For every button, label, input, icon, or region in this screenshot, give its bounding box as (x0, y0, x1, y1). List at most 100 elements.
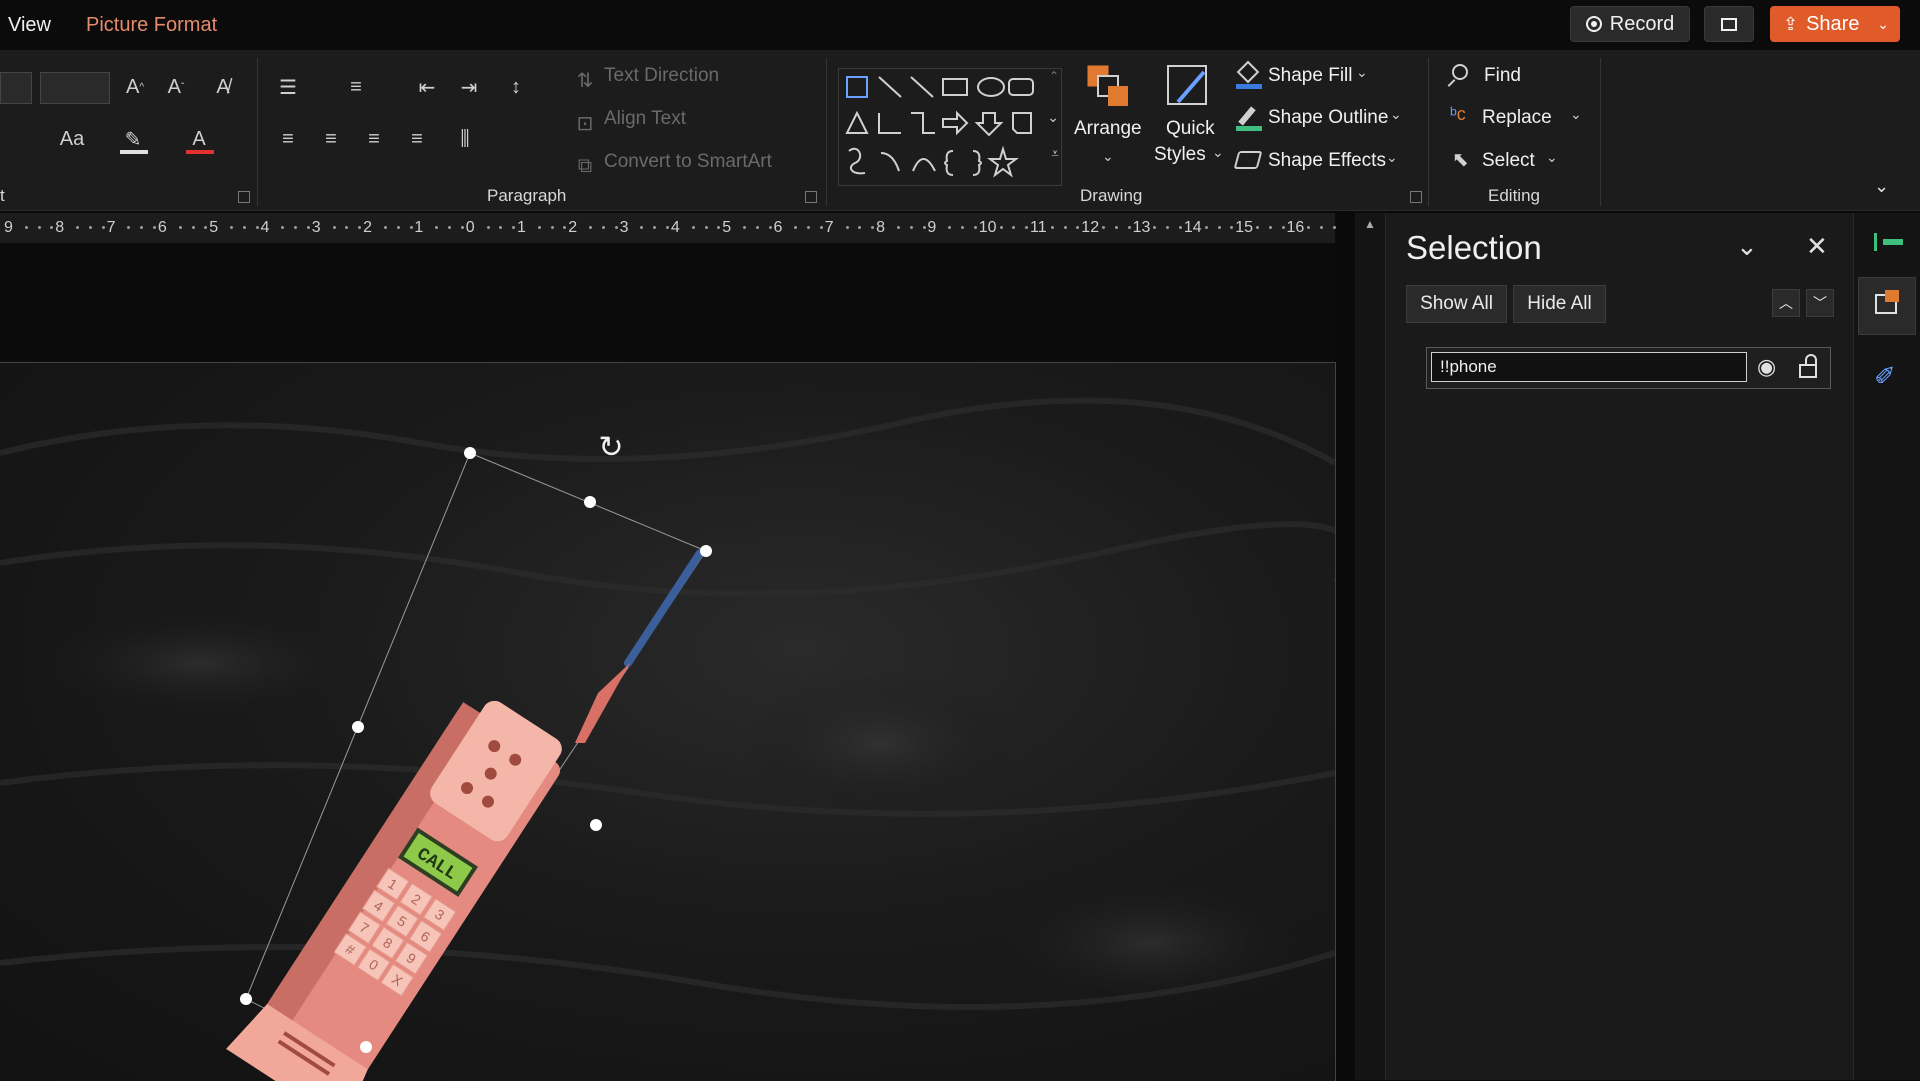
quick-styles-button[interactable]: Quick Styles ⌄ (1150, 60, 1226, 178)
font-group-label: t (0, 186, 5, 205)
chevron-down-icon: ﹀ (1813, 295, 1827, 311)
ruler-tick-mark (691, 226, 695, 229)
gallery-scroll-up-icon[interactable]: ⌃ (1049, 69, 1059, 83)
pane-options-chevron-icon[interactable]: ⌄ (1736, 231, 1758, 262)
design-ideas-icon[interactable] (1874, 233, 1905, 251)
gallery-more-icon[interactable]: ⩡ (1051, 145, 1059, 162)
line-spacing-icon[interactable]: ↕ (503, 74, 529, 100)
drawing-dialog-launcher-icon[interactable] (1410, 191, 1422, 203)
share-button[interactable]: ⇪ Share ⌄ (1770, 6, 1900, 42)
cursor-arrow-icon: ⬉ (1452, 149, 1469, 171)
rotation-handle-icon[interactable]: ↻ (596, 433, 626, 463)
arrange-icon (1087, 65, 1128, 106)
scroll-up-arrow-icon[interactable]: ▲ (1364, 217, 1376, 231)
align-right-icon[interactable]: ≡ (361, 126, 387, 152)
justify-icon[interactable]: ≡ (404, 126, 430, 152)
ruler-tick-mark (204, 226, 208, 229)
replace-button[interactable]: ᵇc Replace ⌄ (1448, 104, 1588, 136)
show-all-label: Show All (1420, 293, 1493, 314)
ruler-tick-label: 1 (517, 219, 526, 236)
align-left-icon[interactable]: ≡ (275, 126, 301, 152)
shapes-gallery[interactable]: ⌃ ⌄ ⩡ (838, 68, 1062, 186)
ribbon-divider (826, 58, 827, 206)
ruler-tick-mark (512, 226, 516, 229)
slide[interactable]: CALL 1 2 3 4 5 6 7 8 9 #0 X ↻ (0, 362, 1336, 1081)
show-all-button[interactable]: Show All (1406, 285, 1507, 323)
resize-handle[interactable] (584, 496, 596, 508)
record-button[interactable]: Record (1570, 6, 1690, 42)
ruler-tick-label: 9 (4, 219, 13, 236)
shape-effects-button[interactable]: Shape Effects ⌄ (1233, 147, 1414, 179)
comment-icon (1721, 17, 1737, 31)
resize-handle[interactable] (360, 1041, 372, 1053)
lock-icon[interactable] (1799, 364, 1817, 378)
resize-handle[interactable] (464, 447, 476, 459)
highlight-color-icon[interactable]: ✎ (120, 126, 146, 152)
ruler-tick-mark (909, 226, 913, 229)
share-dropdown-chevron-icon[interactable]: ⌄ (1877, 16, 1889, 33)
shape-effects-icon (1233, 151, 1263, 169)
paint-bucket-icon (1236, 60, 1262, 89)
bring-forward-button[interactable]: ︿ (1772, 289, 1800, 317)
text-direction-label[interactable]: Text Direction (604, 65, 719, 87)
font-dialog-launcher-icon[interactable] (238, 191, 250, 203)
ribbon-divider (257, 58, 258, 206)
tab-view[interactable]: View (8, 14, 51, 37)
increase-font-size-icon[interactable]: A ^ (122, 74, 148, 100)
ribbon-divider (1428, 58, 1429, 206)
font-size-box[interactable] (40, 72, 110, 104)
ruler-tick-mark (1166, 226, 1170, 229)
item-name-input[interactable] (1431, 352, 1747, 382)
quick-styles-chevron-icon: ⌄ (1212, 144, 1224, 160)
ruler-tick-mark (191, 226, 195, 229)
hide-all-button[interactable]: Hide All (1513, 285, 1606, 323)
font-size-dropdown-partial[interactable] (0, 72, 32, 104)
ruler-tick-mark (460, 226, 464, 229)
ruler-tick-mark (896, 226, 900, 229)
change-case-icon[interactable]: Aa (52, 126, 92, 152)
shape-fill-button[interactable]: Shape Fill ⌄ (1234, 60, 1404, 94)
resize-handle[interactable] (352, 721, 364, 733)
ruler-tick-label: 10 (978, 219, 997, 236)
clear-formatting-icon[interactable]: A̸ (210, 74, 236, 100)
ruler-tick-label: 13 (1132, 219, 1151, 236)
decrease-font-size-icon[interactable]: Aˇ (163, 74, 189, 100)
numbering-icon[interactable]: ≡ (343, 74, 369, 100)
increase-indent-icon[interactable]: ⇥ (456, 74, 482, 100)
shape-outline-button[interactable]: Shape Outline ⌄ (1234, 104, 1414, 136)
replace-chevron-icon: ⌄ (1570, 106, 1582, 122)
gallery-scroll-down-icon[interactable]: ⌄ (1047, 109, 1059, 126)
convert-smartart-label[interactable]: Convert to SmartArt (604, 151, 772, 173)
phone-picture[interactable]: CALL 123456789#0X (0, 363, 1335, 1081)
paragraph-dialog-launcher-icon[interactable] (805, 191, 817, 203)
resize-handle[interactable] (590, 819, 602, 831)
ruler-tick-mark (88, 226, 92, 229)
bullets-icon[interactable]: ☰ (275, 74, 301, 100)
find-button[interactable]: Find (1447, 62, 1548, 94)
shape-outline-label: Shape Outline (1268, 107, 1389, 128)
font-color-icon[interactable]: A (186, 126, 212, 152)
columns-icon[interactable]: ⫼ (452, 126, 478, 152)
selection-list-item[interactable]: ◉ (1426, 347, 1831, 389)
ruler-tick-mark (281, 226, 285, 229)
ribbon-collapse-chevron-icon[interactable]: ⌄ (1874, 176, 1889, 197)
close-icon[interactable]: ✕ (1806, 231, 1828, 262)
replace-label: Replace (1482, 107, 1552, 128)
selection-pane-toggle-button[interactable] (1858, 277, 1916, 335)
align-center-icon[interactable]: ≡ (318, 126, 344, 152)
select-button[interactable]: ⬉ Select ⌄ (1448, 147, 1568, 179)
resize-handle[interactable] (700, 545, 712, 557)
ruler-tick-mark (306, 226, 310, 229)
tab-bar: View Picture Format Record ⇪ Share ⌄ (0, 0, 1920, 50)
format-painter-icon[interactable]: ✐ (1874, 361, 1896, 392)
visibility-eye-icon[interactable]: ◉ (1757, 354, 1776, 380)
comments-button[interactable] (1704, 6, 1754, 42)
align-text-label[interactable]: Align Text (604, 108, 686, 130)
resize-handle[interactable] (240, 993, 252, 1005)
vertical-scrollbar[interactable]: ▲ (1355, 213, 1385, 1080)
arrange-button[interactable]: Arrange ⌄ (1070, 60, 1146, 178)
decrease-indent-icon[interactable]: ⇤ (414, 74, 440, 100)
send-backward-button[interactable]: ﹀ (1806, 289, 1834, 317)
tab-picture-format[interactable]: Picture Format (86, 14, 217, 37)
ruler-tick-label: 4 (260, 219, 270, 236)
